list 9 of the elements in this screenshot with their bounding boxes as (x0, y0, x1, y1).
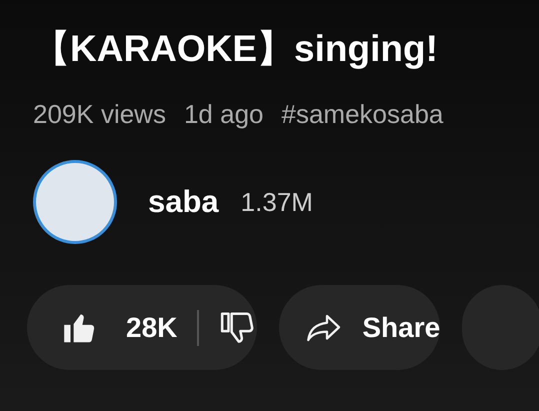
subscriber-count: 1.37M (240, 186, 313, 218)
hashtag-link[interactable]: #samekosaba (282, 98, 444, 130)
channel-name[interactable]: saba (148, 178, 219, 226)
view-count: 209K views (33, 98, 166, 130)
share-arrow-icon (306, 312, 342, 342)
upload-age: 1d ago (184, 98, 264, 130)
video-title: 【KARAOKE】singing! (33, 27, 439, 71)
share-button[interactable]: Share (279, 285, 440, 370)
like-button[interactable]: 28K (61, 306, 178, 348)
